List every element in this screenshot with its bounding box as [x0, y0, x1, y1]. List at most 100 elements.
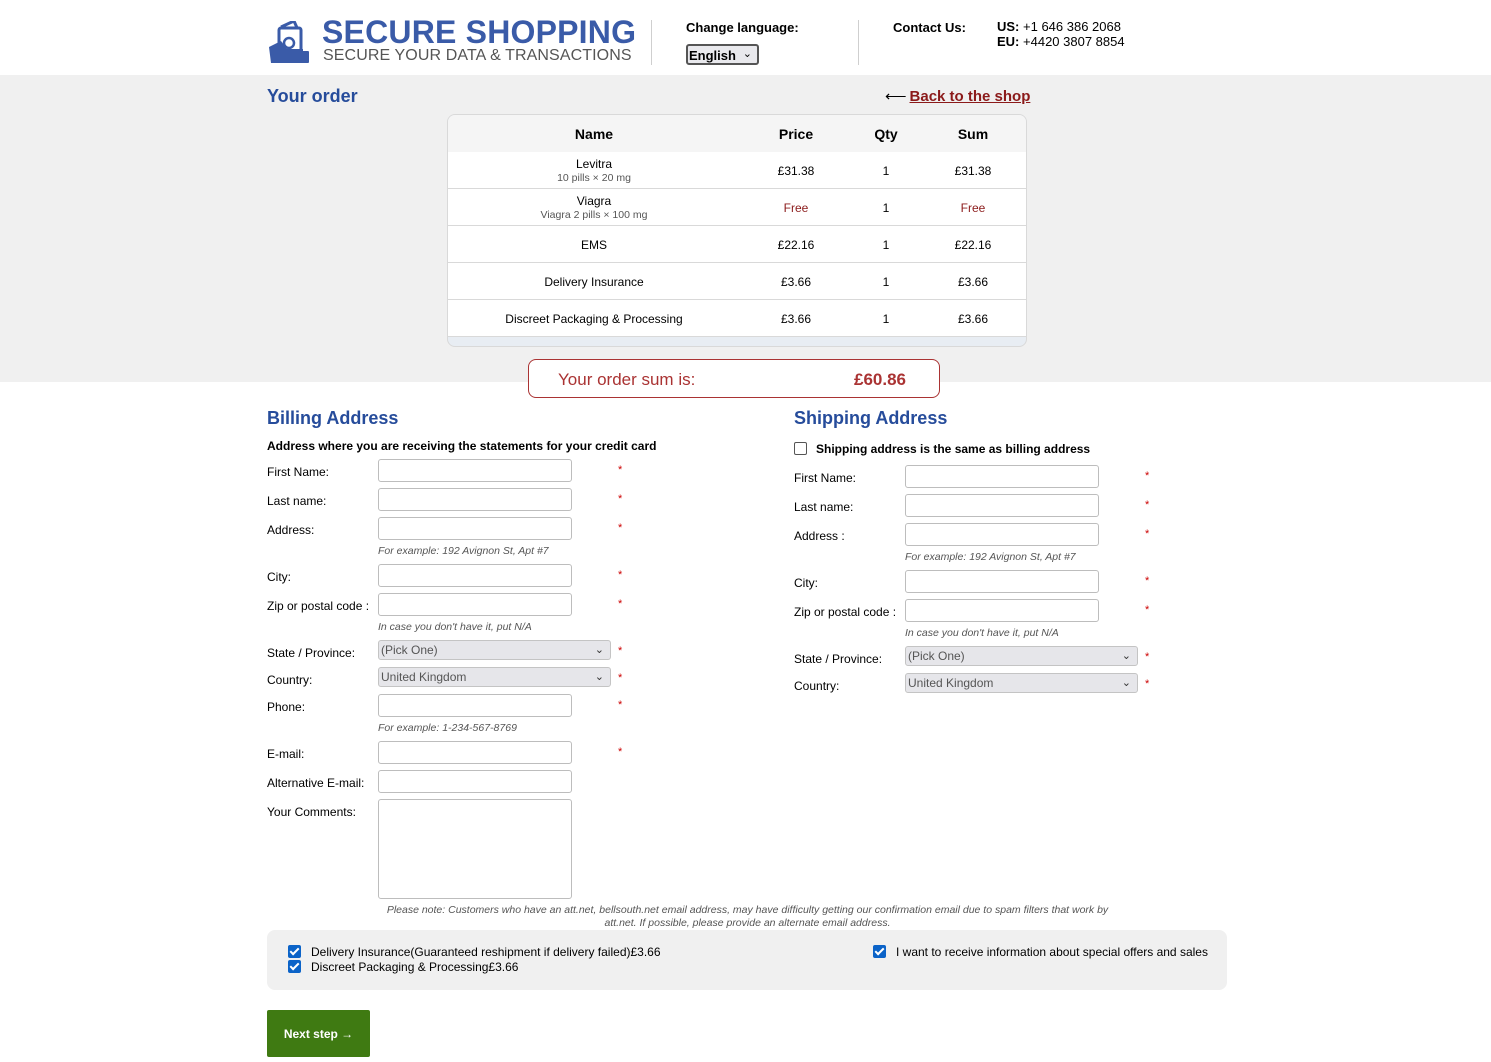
shipping-state-select[interactable]: (Pick One) ⌄	[905, 646, 1138, 666]
billing-city-input[interactable]	[378, 564, 572, 587]
shipping-zip-hint: In case you don't have it, put N/A	[905, 627, 1059, 639]
item-qty: 1	[882, 274, 890, 289]
your-order-title: Your order	[267, 86, 358, 106]
billing-email-input[interactable]	[378, 741, 572, 764]
item-sum: Free	[960, 200, 986, 215]
billing-first-name-input[interactable]	[378, 459, 572, 482]
shipping-first-name-input[interactable]	[905, 465, 1099, 488]
secure-bag-icon	[269, 21, 309, 63]
billing-last-name-label: Last name:	[267, 494, 327, 508]
order-sum-label: Your order sum is:	[558, 370, 696, 389]
table-row: Delivery Insurance £3.66 1 £3.66	[448, 263, 1026, 300]
required-mark: *	[1145, 470, 1150, 482]
item-qty: 1	[882, 163, 890, 178]
item-qty: 1	[882, 237, 890, 252]
billing-address-hint: For example: 192 Avignon St, Apt #7	[378, 545, 549, 557]
item-sum: £3.66	[957, 311, 989, 326]
billing-alt-email-input[interactable]	[378, 770, 572, 793]
required-mark: *	[1145, 575, 1150, 587]
same-as-billing-checkbox[interactable]	[794, 442, 807, 455]
shipping-state-value: (Pick One)	[908, 649, 965, 663]
billing-address-label: Address:	[267, 523, 315, 537]
billing-phone-input[interactable]	[378, 694, 572, 717]
item-price: £31.38	[777, 163, 815, 178]
chevron-down-icon: ⌄	[594, 671, 604, 683]
required-mark: *	[618, 522, 623, 534]
special-offers-checkbox[interactable]	[873, 945, 886, 958]
change-language-label: Change language:	[686, 20, 799, 35]
column-header-name: Name	[574, 125, 614, 142]
billing-zip-label: Zip or postal code :	[267, 599, 370, 613]
language-select-value: English	[689, 48, 736, 63]
table-row: Levitra 10 pills × 20 mg £31.38 1 £31.38	[448, 152, 1026, 189]
column-header-price: Price	[778, 125, 814, 142]
discreet-packaging-checkbox[interactable]	[288, 960, 301, 973]
shipping-state-label: State / Province:	[794, 652, 883, 666]
billing-email-label: E-mail:	[267, 747, 305, 761]
special-offers-label: I want to receive information about spec…	[896, 945, 1208, 959]
same-as-billing-label: Shipping address is the same as billing …	[816, 442, 1091, 456]
billing-address-title: Billing Address	[267, 408, 399, 428]
item-name-cell: Levitra 10 pills × 20 mg	[557, 157, 631, 184]
item-price: £3.66	[780, 274, 812, 289]
order-sum-value: £60.86	[854, 370, 906, 389]
item-price: £22.16	[777, 237, 815, 252]
shipping-country-value: United Kingdom	[908, 676, 994, 690]
delivery-insurance-checkbox[interactable]	[288, 945, 301, 958]
required-mark: *	[618, 464, 623, 476]
billing-address-input[interactable]	[378, 517, 572, 540]
phone-eu: EU: +4420 3807 8854	[997, 34, 1125, 49]
shipping-zip-input[interactable]	[905, 599, 1099, 622]
header-divider	[651, 20, 652, 65]
shipping-address-label: Address :	[794, 529, 845, 543]
language-select[interactable]: English ⌄	[686, 44, 759, 65]
back-to-shop-label: Back to the shop	[909, 88, 1031, 105]
billing-phone-label: Phone:	[267, 700, 306, 714]
billing-note: Address where you are receiving the stat…	[267, 439, 657, 453]
back-to-shop-link[interactable]: ⟵ Back to the shop	[885, 87, 1030, 105]
billing-state-select[interactable]: (Pick One) ⌄	[378, 640, 611, 660]
billing-zip-hint: In case you don't have it, put N/A	[378, 621, 532, 633]
shipping-country-select[interactable]: United Kingdom ⌄	[905, 673, 1138, 693]
shipping-city-input[interactable]	[905, 570, 1099, 593]
shipping-country-label: Country:	[794, 679, 840, 693]
billing-first-name-label: First Name:	[267, 465, 330, 479]
required-mark: *	[618, 699, 623, 711]
shipping-address-input[interactable]	[905, 523, 1099, 546]
billing-country-label: Country:	[267, 673, 313, 687]
billing-alt-email-label: Alternative E-mail:	[267, 776, 365, 790]
shipping-last-name-input[interactable]	[905, 494, 1099, 517]
required-mark: *	[618, 746, 623, 758]
header-divider	[858, 20, 859, 65]
next-step-button[interactable]: Next step →	[267, 1010, 370, 1057]
site-logo[interactable]: SECURE SHOPPING SECURE YOUR DATA & TRANS…	[267, 14, 636, 68]
required-mark: *	[618, 493, 623, 505]
table-header: Name Price Qty Sum	[448, 115, 1026, 152]
email-notice: Please note: Customers who have an att.n…	[386, 904, 1109, 929]
billing-zip-input[interactable]	[378, 593, 572, 616]
item-qty: 1	[882, 311, 890, 326]
logo-subtitle: SECURE YOUR DATA & TRANSACTIONS	[323, 47, 632, 64]
order-sum-box: Your order sum is: £60.86	[528, 359, 940, 398]
chevron-down-icon: ⌄	[1121, 677, 1131, 689]
item-price: £3.66	[780, 311, 812, 326]
column-header-sum: Sum	[957, 125, 989, 142]
billing-state-value: (Pick One)	[381, 643, 438, 657]
billing-country-select[interactable]: United Kingdom ⌄	[378, 667, 611, 687]
shipping-zip-label: Zip or postal code :	[794, 605, 897, 619]
chevron-down-icon: ⌄	[1121, 650, 1131, 662]
arrow-left-icon: ⟵	[885, 88, 907, 105]
chevron-down-icon: ⌄	[742, 48, 752, 60]
item-price: Free	[783, 200, 809, 215]
contact-phones: US: +1 646 386 2068 EU: +4420 3807 8854	[997, 19, 1125, 49]
item-name-cell: Viagra Viagra 2 pills × 100 mg	[540, 194, 648, 221]
required-mark: *	[1145, 528, 1150, 540]
order-table: Name Price Qty Sum Levitra 10 pills × 20 …	[447, 114, 1027, 347]
contact-us-label: Contact Us:	[893, 20, 966, 35]
billing-last-name-input[interactable]	[378, 488, 572, 511]
required-mark: *	[1145, 499, 1150, 511]
item-qty: 1	[882, 200, 890, 215]
billing-comments-textarea[interactable]	[378, 799, 572, 899]
shipping-first-name-label: First Name:	[794, 471, 857, 485]
required-mark: *	[1145, 604, 1150, 616]
